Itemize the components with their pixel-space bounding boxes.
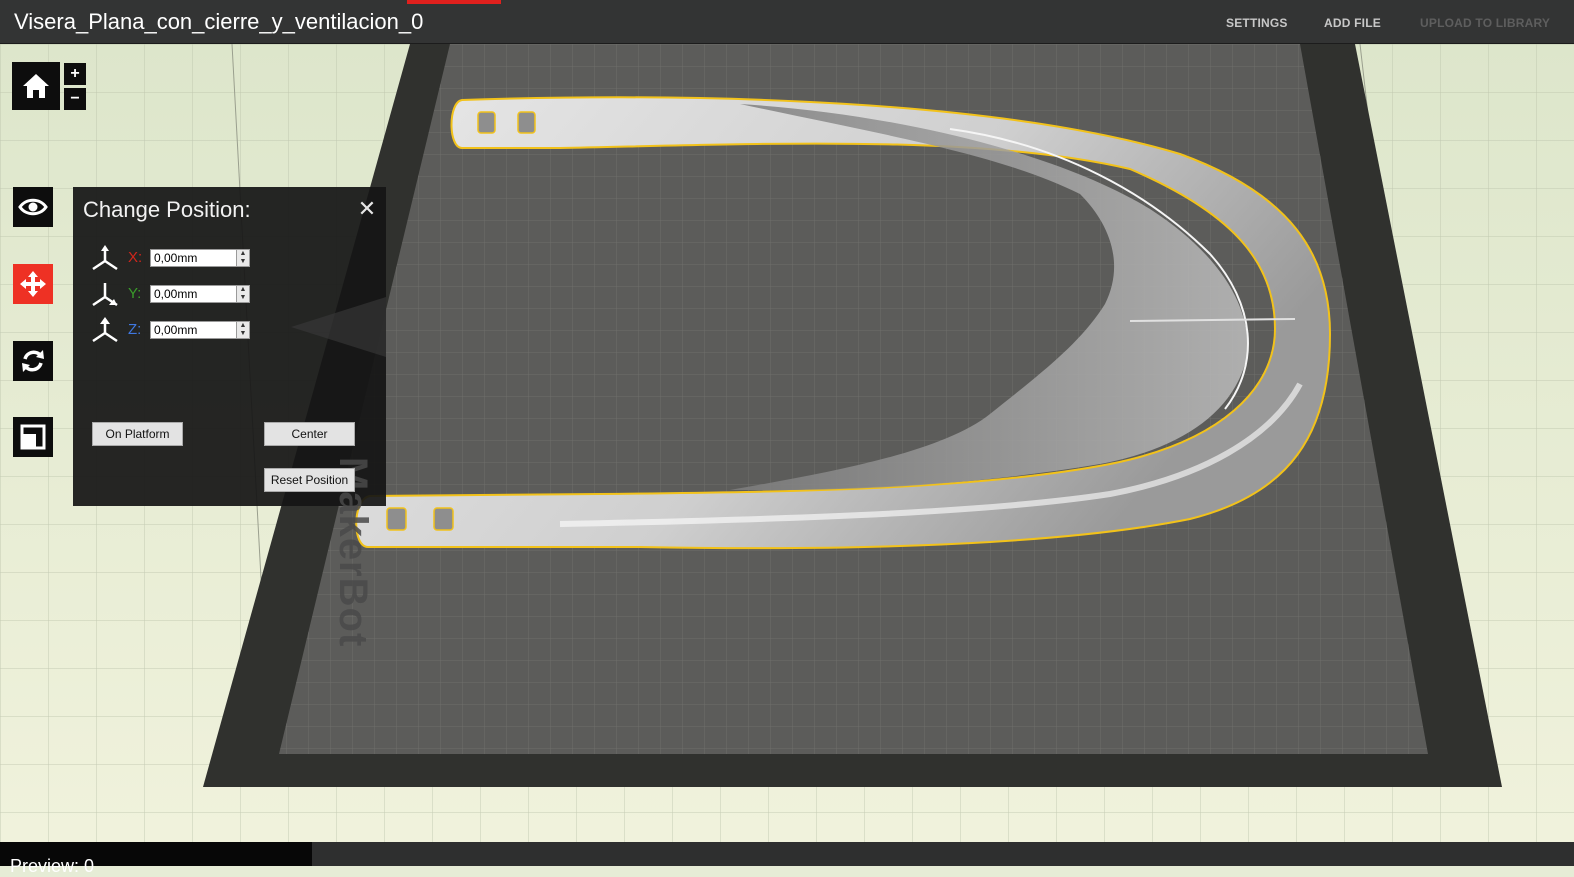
- x-position-input[interactable]: 0,00mm: [150, 249, 250, 267]
- y-stepper[interactable]: ▲ ▼: [236, 285, 250, 303]
- title-bar: Visera_Plana_con_cierre_y_ventilacion_0 …: [0, 0, 1574, 44]
- axis-y-label: Y:: [128, 285, 142, 302]
- rotate-tool-button[interactable]: [13, 341, 53, 381]
- document-title: Visera_Plana_con_cierre_y_ventilacion_0: [14, 9, 424, 34]
- x-stepper[interactable]: ▲ ▼: [236, 249, 250, 267]
- axis-x-label: X:: [128, 249, 143, 266]
- settings-menu[interactable]: SETTINGS: [1226, 16, 1288, 30]
- add-file-menu[interactable]: ADD FILE: [1324, 16, 1381, 30]
- on-platform-button[interactable]: On Platform: [92, 422, 183, 446]
- rotate-icon: [22, 350, 44, 372]
- chevron-down-icon[interactable]: ▼: [237, 294, 249, 302]
- axis-x-icon: [92, 245, 118, 271]
- status-bar-right: [312, 842, 1574, 866]
- view-tool-button[interactable]: [13, 187, 53, 227]
- panel-title: Change Position:: [83, 197, 251, 222]
- axis-z-icon: [92, 317, 118, 343]
- status-text: Preview: 0: [10, 856, 95, 876]
- chevron-up-icon[interactable]: ▲: [237, 322, 249, 330]
- reset-position-button[interactable]: Reset Position: [264, 468, 355, 492]
- chevron-down-icon[interactable]: ▼: [237, 258, 249, 266]
- zoom-in-button[interactable]: +: [64, 63, 86, 85]
- center-button[interactable]: Center: [264, 422, 355, 446]
- z-position-input[interactable]: 0,00mm: [150, 321, 250, 339]
- upload-to-library-menu: UPLOAD TO LIBRARY: [1420, 16, 1551, 30]
- chevron-up-icon[interactable]: ▲: [237, 286, 249, 294]
- home-icon: [23, 74, 49, 98]
- y-position-input[interactable]: 0,00mm: [150, 285, 250, 303]
- chevron-up-icon[interactable]: ▲: [237, 250, 249, 258]
- home-view-button[interactable]: [12, 62, 60, 110]
- active-tab-indicator: [407, 0, 501, 4]
- close-icon[interactable]: ✕: [356, 198, 378, 221]
- axis-y-icon: [92, 283, 118, 307]
- eye-icon: [18, 198, 48, 216]
- move-tool-button[interactable]: [13, 264, 53, 304]
- change-position-panel: MakerBot Change Position: ✕ X: 0,00mm ▲ …: [73, 187, 386, 647]
- scale-icon: [20, 424, 46, 450]
- zoom-out-button[interactable]: −: [64, 88, 86, 110]
- z-stepper[interactable]: ▲ ▼: [236, 321, 250, 339]
- panel-pointer-shape: [291, 297, 386, 357]
- axis-z-label: Z:: [128, 321, 142, 338]
- chevron-down-icon[interactable]: ▼: [237, 330, 249, 338]
- move-icon: [20, 271, 46, 297]
- scale-tool-button[interactable]: [13, 417, 53, 457]
